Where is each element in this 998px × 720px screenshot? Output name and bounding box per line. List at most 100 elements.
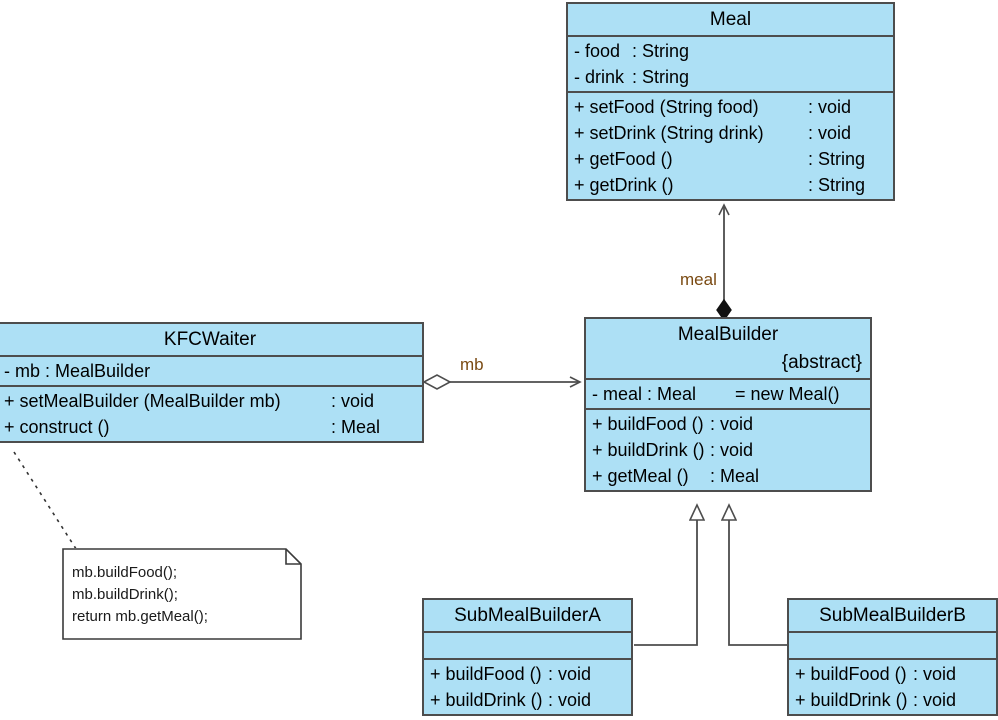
generalization-subB-to-mealbuilder bbox=[729, 505, 787, 646]
subB-attributes-compartment bbox=[789, 631, 996, 658]
operation-row: + buildDrink () : void bbox=[789, 687, 996, 713]
op-type: : String bbox=[808, 149, 866, 169]
meal-name-compartment: Meal bbox=[568, 4, 893, 35]
meal-attributes-compartment: - food : String - drink : String bbox=[568, 35, 893, 91]
meal-operations-compartment: + setFood (String food) : void + setDrin… bbox=[568, 91, 893, 199]
op-visibility: + bbox=[592, 466, 603, 486]
op-visibility: + bbox=[592, 414, 603, 434]
note-box-construct-body[interactable]: mb.buildFood(); mb.buildDrink(); return … bbox=[62, 548, 302, 640]
op-name: buildDrink () bbox=[810, 690, 908, 710]
operation-row: + getFood () : String bbox=[568, 146, 893, 172]
note-line: mb.buildDrink(); bbox=[72, 586, 178, 603]
mealbuilder-operations-compartment: + buildFood () : void + buildDrink () : … bbox=[586, 408, 870, 490]
attr-visibility: - bbox=[592, 384, 598, 404]
attribute-row: - mb : MealBuilder bbox=[0, 358, 422, 384]
note-text-body: mb.buildFood(); mb.buildDrink(); return … bbox=[62, 548, 302, 640]
op-visibility: + bbox=[795, 690, 806, 710]
op-name: buildFood () bbox=[607, 414, 704, 434]
edge-label-mb: mb bbox=[460, 355, 484, 374]
class-box-meal[interactable]: Meal - food : String - drink : String + … bbox=[566, 2, 895, 201]
operation-row: + buildFood () : void bbox=[586, 411, 870, 437]
class-box-kfcwaiter[interactable]: KFCWaiter - mb : MealBuilder + setMealBu… bbox=[0, 322, 424, 443]
class-stereotype-abstract: {abstract} bbox=[781, 352, 862, 373]
class-name-submealbuildera: SubMealBuilderA bbox=[454, 605, 601, 626]
subA-name-compartment: SubMealBuilderA bbox=[424, 600, 631, 631]
op-visibility: + bbox=[795, 664, 806, 684]
operation-row: + buildFood () : void bbox=[424, 661, 631, 687]
operation-row: + construct () : Meal bbox=[0, 414, 422, 440]
operation-row: + setDrink (String drink) : void bbox=[568, 120, 893, 146]
class-name-meal: Meal bbox=[709, 9, 752, 30]
operation-row: + buildFood () : void bbox=[789, 661, 996, 687]
attribute-row: - food : String bbox=[568, 38, 893, 64]
op-name: buildDrink () bbox=[445, 690, 543, 710]
attr-visibility: - bbox=[574, 67, 580, 87]
op-visibility: + bbox=[574, 175, 585, 195]
op-name: buildFood () bbox=[810, 664, 907, 684]
attr-name: food bbox=[585, 41, 621, 61]
op-name: setMealBuilder (MealBuilder mb) bbox=[19, 391, 281, 411]
op-type: : void bbox=[710, 440, 754, 460]
op-type: : void bbox=[548, 690, 592, 710]
note-line: return mb.getMeal(); bbox=[72, 608, 208, 625]
attribute-row: - meal : Meal = new Meal() bbox=[586, 381, 870, 407]
subB-name-compartment: SubMealBuilderB bbox=[789, 600, 996, 631]
kfcwaiter-name-compartment: KFCWaiter bbox=[0, 324, 422, 355]
edge-label-meal: meal bbox=[680, 270, 717, 289]
op-visibility: + bbox=[592, 440, 603, 460]
attr-name: drink bbox=[585, 67, 625, 87]
class-box-submealbuildera[interactable]: SubMealBuilderA + buildFood () : void + … bbox=[422, 598, 633, 716]
note-anchor-line bbox=[13, 451, 79, 553]
attribute-row: - drink : String bbox=[568, 64, 893, 90]
op-type: : void bbox=[331, 391, 375, 411]
attr-default: = new Meal() bbox=[735, 384, 840, 404]
mealbuilder-attributes-compartment: - meal : Meal = new Meal() bbox=[586, 378, 870, 408]
class-box-mealbuilder[interactable]: MealBuilder {abstract} - meal : Meal = n… bbox=[584, 317, 872, 492]
operation-row: + buildDrink () : void bbox=[586, 437, 870, 463]
op-type: : Meal bbox=[710, 466, 760, 486]
class-name-mealbuilder: MealBuilder bbox=[677, 324, 779, 345]
operation-row: + getDrink () : String bbox=[568, 172, 893, 198]
class-name-submealbuilderb: SubMealBuilderB bbox=[819, 605, 966, 626]
attr-type: : String bbox=[632, 67, 690, 87]
uml-diagram-canvas: Meal ; filled diamond at MealBuilder end… bbox=[0, 0, 998, 720]
op-visibility: + bbox=[4, 391, 15, 411]
operation-row: + setMealBuilder (MealBuilder mb) : void bbox=[0, 388, 422, 414]
op-visibility: + bbox=[430, 664, 441, 684]
attr-name: mb : MealBuilder bbox=[15, 361, 151, 381]
mealbuilder-name-compartment: MealBuilder {abstract} bbox=[586, 319, 870, 378]
op-type: : void bbox=[710, 414, 754, 434]
operation-row: + getMeal () : Meal bbox=[586, 463, 870, 489]
subB-operations-compartment: + buildFood () : void + buildDrink () : … bbox=[789, 658, 996, 714]
composition-mealbuilder-to-meal bbox=[716, 203, 732, 322]
op-name: setDrink (String drink) bbox=[589, 123, 764, 143]
attr-type: : String bbox=[632, 41, 690, 61]
op-type: : void bbox=[808, 123, 852, 143]
attr-visibility: - bbox=[574, 41, 580, 61]
op-type: : Meal bbox=[331, 417, 381, 437]
op-visibility: + bbox=[430, 690, 441, 710]
op-type: : void bbox=[913, 690, 957, 710]
op-name: buildFood () bbox=[445, 664, 542, 684]
op-name: getFood () bbox=[589, 149, 673, 169]
op-type: : void bbox=[548, 664, 592, 684]
operation-row: + buildDrink () : void bbox=[424, 687, 631, 713]
kfcwaiter-attributes-compartment: - mb : MealBuilder bbox=[0, 355, 422, 385]
op-name: construct () bbox=[19, 417, 110, 437]
attr-visibility: - bbox=[4, 361, 10, 381]
note-line: mb.buildFood(); bbox=[72, 564, 178, 581]
class-box-submealbuilderb[interactable]: SubMealBuilderB + buildFood () : void + … bbox=[787, 598, 998, 716]
op-name: getMeal () bbox=[607, 466, 689, 486]
op-visibility: + bbox=[574, 123, 585, 143]
generalization-subA-to-mealbuilder bbox=[634, 505, 697, 646]
op-name: buildDrink () bbox=[607, 440, 705, 460]
subA-attributes-compartment bbox=[424, 631, 631, 658]
kfcwaiter-operations-compartment: + setMealBuilder (MealBuilder mb) : void… bbox=[0, 385, 422, 441]
subA-operations-compartment: + buildFood () : void + buildDrink () : … bbox=[424, 658, 631, 714]
op-visibility: + bbox=[574, 149, 585, 169]
op-visibility: + bbox=[574, 97, 585, 117]
aggregation-kfcwaiter-to-mealbuilder bbox=[422, 374, 582, 390]
class-name-kfcwaiter: KFCWaiter bbox=[163, 329, 257, 350]
operation-row: + setFood (String food) : void bbox=[568, 94, 893, 120]
op-type: : void bbox=[913, 664, 957, 684]
